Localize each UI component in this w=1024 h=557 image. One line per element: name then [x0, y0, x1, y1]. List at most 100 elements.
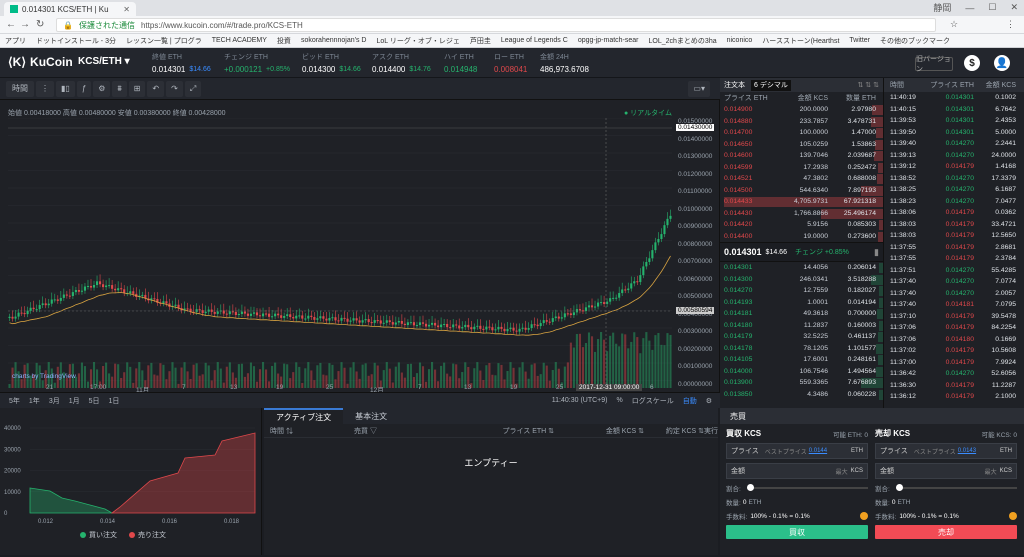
order-book-row[interactable]: 0.014270 12.7559 0.182027 [720, 285, 883, 297]
range-button[interactable]: 1日 [109, 396, 120, 406]
sell-button[interactable]: 売却 [875, 525, 1017, 539]
back-icon[interactable]: ← [6, 19, 16, 30]
range-button[interactable]: 1年 [29, 396, 40, 406]
order-book-row[interactable]: 0.014880 233.7857 3.478731 [720, 116, 883, 128]
url-input[interactable]: 🔒 保護された通信 https://www.kucoin.com/#/trade… [56, 18, 936, 32]
buy-price-input[interactable]: プライス ベストプライス 0.0144 ETH [726, 443, 868, 459]
chart-option[interactable]: 11:40:30 (UTC+9) [552, 397, 608, 404]
orders-col[interactable]: 実行 [704, 426, 718, 436]
close-tab-icon[interactable]: ✕ [123, 5, 130, 14]
fullscreen-icon[interactable]: ⤢ [184, 80, 202, 97]
bookmark-item[interactable]: League of Legends C [501, 37, 568, 44]
bookmark-item[interactable]: ドットインストール - 3分 [36, 36, 116, 46]
bookmark-item[interactable]: opgg-jp-match-sear [578, 37, 639, 44]
buy-max[interactable]: 最大 [836, 467, 848, 476]
kucoin-logo[interactable]: ⟨K⟩ KuCoin [8, 55, 73, 69]
bookmark-item[interactable]: Twitter [849, 37, 870, 44]
close-window-icon[interactable]: ✕ [1010, 2, 1018, 13]
pair-selector[interactable]: KCS/ETH ▾ [78, 56, 130, 67]
order-book-row[interactable]: 0.014179 32.5225 0.461137 [720, 331, 883, 343]
order-book-row[interactable]: 0.014600 139.7046 2.039687 [720, 150, 883, 162]
sell-ratio-slider[interactable] [895, 484, 1017, 491]
profile-name[interactable]: 静岡 [933, 1, 951, 14]
chart-option[interactable]: 自動 [683, 396, 697, 406]
star-icon[interactable]: ☆ [950, 19, 958, 30]
orders-col[interactable]: 売買 ▽ [354, 426, 444, 436]
old-version-button[interactable]: 旧バージョン [915, 56, 953, 73]
browser-tab[interactable]: 0.014301 KCS/ETH | Ku ✕ [4, 2, 136, 16]
order-book-row[interactable]: 0.014301 14.4056 0.206014 [720, 262, 883, 274]
bookmark-item[interactable]: 投資 [277, 36, 291, 46]
bookmark-item[interactable]: レッスン一覧 | プログラ [126, 36, 202, 46]
order-book-row[interactable]: 0.014420 5.9156 0.085303 [720, 219, 883, 231]
chart-settings-icon[interactable]: ⚙ [706, 397, 712, 405]
interval-select[interactable]: 時間 [6, 80, 34, 97]
bookmark-item[interactable]: TECH ACADEMY [212, 37, 267, 44]
indicator-icon[interactable]: ƒ [76, 80, 92, 97]
orders-col[interactable]: 時間 ⇅ [264, 426, 354, 436]
sell-best-value[interactable]: 0.0143 [958, 448, 976, 454]
range-button[interactable]: 5年 [9, 396, 20, 406]
redo-icon[interactable]: ↷ [166, 80, 183, 97]
range-button[interactable]: 5日 [89, 396, 100, 406]
bookmark-item[interactable]: 芦田圭 [470, 36, 491, 46]
maximize-icon[interactable]: ☐ [988, 2, 996, 13]
sell-max[interactable]: 最大 [985, 467, 997, 476]
order-book-row[interactable]: 0.014000 106.7546 1.494564 [720, 366, 883, 378]
order-book-row[interactable]: 0.014433 4,705.9731 67.921318 [720, 196, 883, 208]
buy-ratio-slider[interactable] [746, 484, 868, 491]
order-book-row[interactable]: 0.014181 49.3618 0.700000 [720, 308, 883, 320]
tradingview-credit[interactable]: charts by TradingView [12, 373, 76, 380]
minimize-icon[interactable]: — [965, 3, 974, 13]
order-book-row[interactable]: 0.014599 17.2938 0.252472 [720, 162, 883, 174]
chart-link-icon[interactable]: ▮ [874, 247, 879, 258]
compare-icon[interactable]: ⩩ [112, 80, 127, 97]
decimal-select[interactable]: 6 デシマル [751, 79, 791, 91]
order-book-row[interactable]: 0.014430 1,766.8866 25.496174 [720, 208, 883, 220]
candle-type-icon[interactable]: ▮▯ [56, 80, 75, 97]
chart-option[interactable]: % [616, 397, 622, 404]
orders-col[interactable]: 約定 KCS ⇅ [644, 426, 704, 436]
tab-active-orders[interactable]: アクティブ注文 [264, 408, 344, 424]
order-book-row[interactable]: 0.014521 47.3802 0.688008 [720, 173, 883, 185]
orders-col[interactable]: プライス ETH ⇅ [444, 426, 554, 436]
bookmark-item[interactable]: LoL リーグ・オブ・レジェ [376, 36, 459, 46]
order-book-row[interactable]: 0.013850 4.3486 0.060228 [720, 389, 883, 401]
order-book-row[interactable]: 0.014180 11.2837 0.160003 [720, 320, 883, 332]
range-button[interactable]: 1月 [69, 396, 80, 406]
candlestick-plot[interactable] [8, 118, 672, 388]
sell-price-input[interactable]: プライス ベストプライス 0.0143 ETH [875, 443, 1017, 459]
template-icon[interactable]: ⊞ [128, 80, 146, 97]
buy-best-value[interactable]: 0.0144 [809, 448, 827, 454]
order-book-row[interactable]: 0.014400 19.0000 0.273600 [720, 231, 883, 243]
sell-amount-input[interactable]: 金額 最大 KCS [875, 463, 1017, 479]
order-book-row[interactable]: 0.014105 17.6001 0.248161 [720, 354, 883, 366]
bookmark-item[interactable]: その他のブックマーク [880, 36, 950, 46]
order-book-row[interactable]: 0.014300 246.0341 3.518288 [720, 274, 883, 286]
view-toggle-icon[interactable]: ⇅ ⇅ ⇅ [858, 81, 880, 89]
buy-amount-input[interactable]: 金額 最大 KCS [726, 463, 868, 479]
range-button[interactable]: 3月 [49, 396, 60, 406]
user-button[interactable]: 👤 [994, 55, 1010, 71]
bookmark-item[interactable]: LOL_2chまとめの3ha [649, 36, 717, 46]
undo-icon[interactable]: ↶ [147, 80, 165, 97]
chart-option[interactable]: ログスケール [632, 396, 674, 406]
bookmark-item[interactable]: sokorahennnojan's D [301, 37, 367, 44]
order-book-row[interactable]: 0.013900 559.3365 7.676893 [720, 377, 883, 389]
menu-icon[interactable]: ⋮ [1006, 19, 1015, 30]
bookmark-item[interactable]: ハースストーン(Hearthst [762, 36, 839, 46]
order-book-row[interactable]: 0.014900 200.0000 2.97980 [720, 104, 883, 116]
order-book-row[interactable]: 0.014193 1.0001 0.014194 [720, 297, 883, 309]
order-book-row[interactable]: 0.014650 105.0259 1.53863 [720, 139, 883, 151]
order-book-row[interactable]: 0.014178 78.1205 1.101577 [720, 343, 883, 355]
help-button[interactable]: $ [964, 55, 980, 71]
forward-icon[interactable]: → [20, 19, 30, 30]
screenshot-icon[interactable]: ▭▾ [688, 80, 710, 97]
buy-button[interactable]: 買収 [726, 525, 868, 539]
order-book-row[interactable]: 0.014500 544.6340 7.897193 [720, 185, 883, 197]
bookmark-item[interactable]: niconico [727, 37, 753, 44]
orders-col[interactable]: 金額 KCS ⇅ [554, 426, 644, 436]
reload-icon[interactable]: ↻ [36, 19, 44, 30]
tab-basic-orders[interactable]: 基本注文 [343, 411, 399, 422]
order-book-row[interactable]: 0.014700 100.0000 1.47000 [720, 127, 883, 139]
